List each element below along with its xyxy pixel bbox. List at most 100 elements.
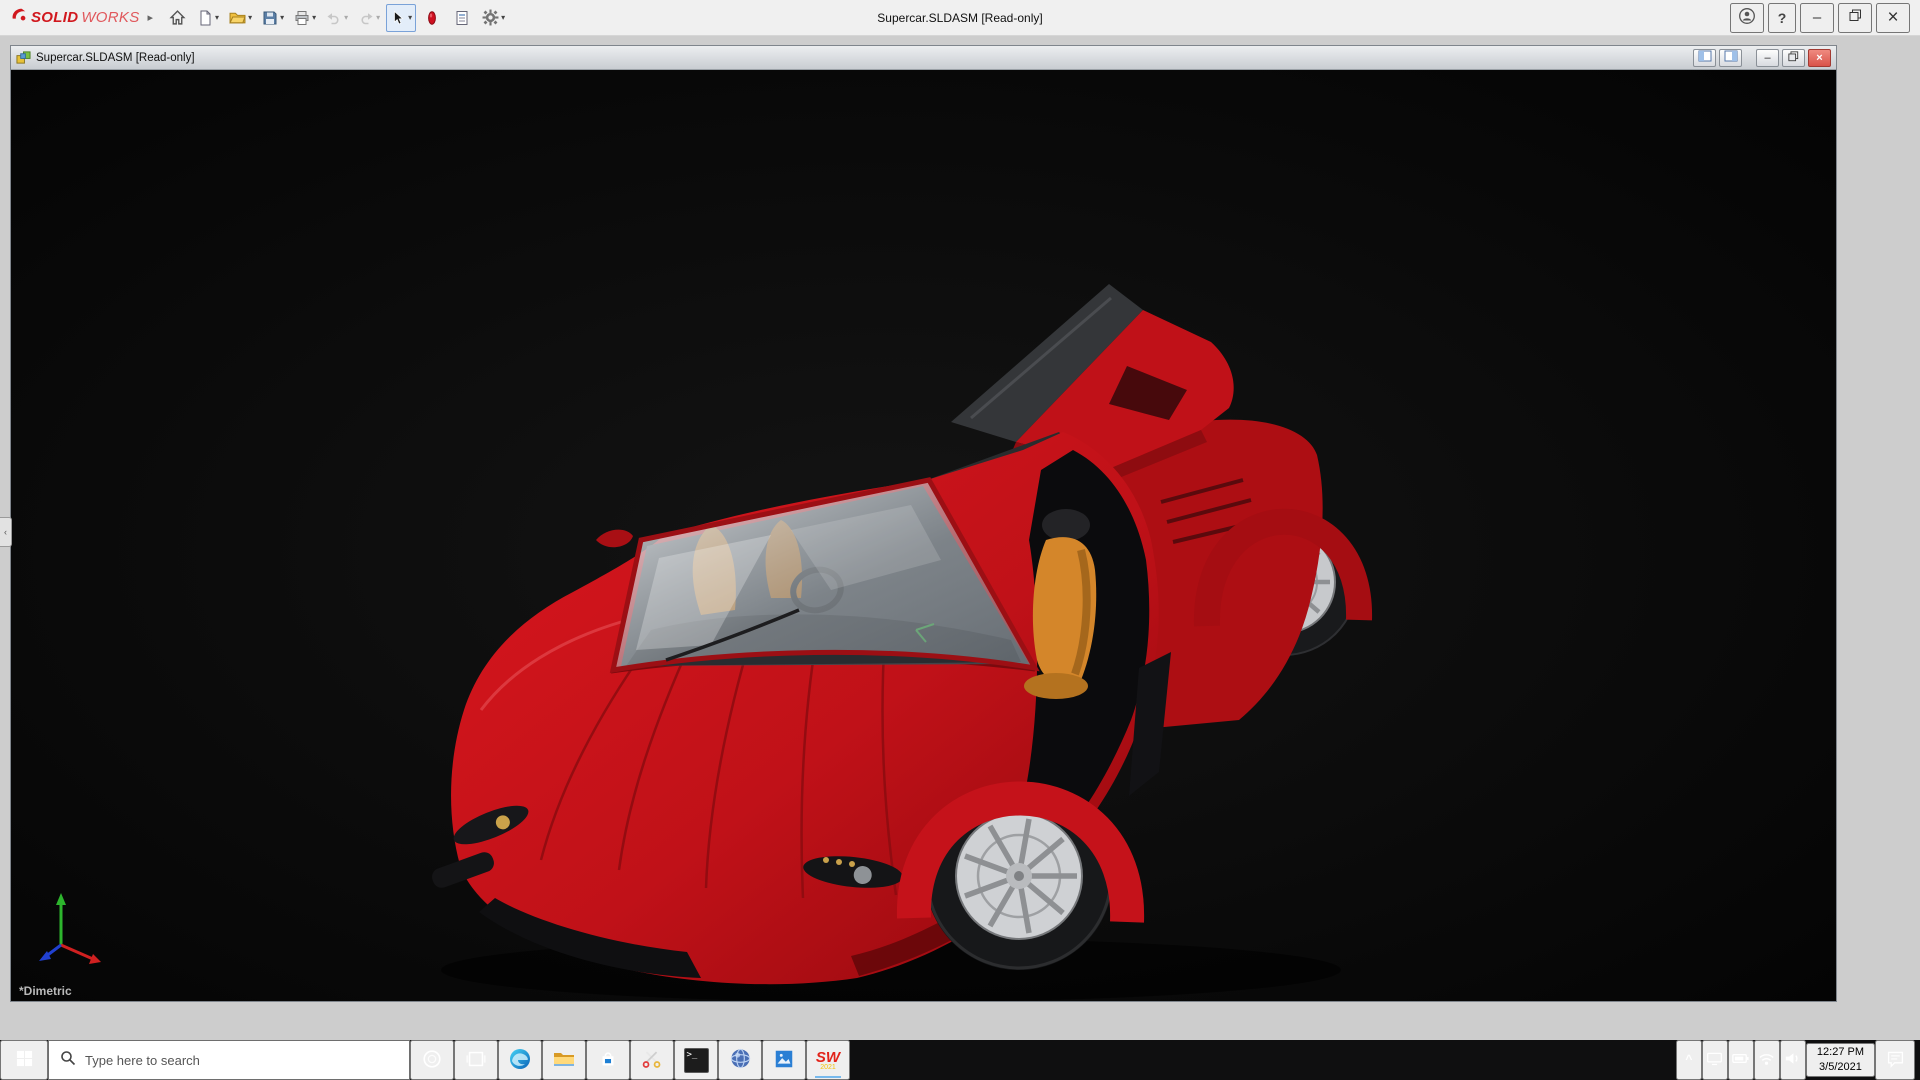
windows-taskbar: >_ SW 2021 ^ bbox=[0, 1040, 1920, 1080]
display-icon bbox=[1706, 1050, 1723, 1070]
restore-button[interactable] bbox=[1838, 2, 1872, 33]
photos-icon bbox=[773, 1048, 795, 1073]
photos-button[interactable] bbox=[762, 1040, 806, 1080]
open-button[interactable]: ▾ bbox=[225, 4, 256, 32]
new-document-icon bbox=[197, 10, 213, 26]
menu-expand-arrow[interactable]: ▸ bbox=[148, 11, 154, 24]
pane-split-left-button[interactable] bbox=[1693, 48, 1716, 67]
document-title-bar[interactable]: Supercar.SLDASM [Read-only] – × bbox=[11, 46, 1836, 70]
quick-access-toolbar: ▾ ▾ ▾ ▾ ▾ ▾ ▾ ▾ bbox=[163, 3, 509, 32]
cortana-button[interactable] bbox=[410, 1040, 454, 1080]
open-folder-icon bbox=[229, 9, 246, 26]
scissors-icon bbox=[641, 1048, 663, 1073]
undo-button[interactable]: ▾ bbox=[322, 4, 352, 32]
solidworks-logo-icon bbox=[10, 6, 28, 29]
save-icon bbox=[262, 10, 278, 26]
solidworks-app-icon: SW 2021 bbox=[815, 1048, 841, 1071]
doc-restore-icon bbox=[1788, 50, 1799, 65]
undo-caret[interactable]: ▾ bbox=[344, 13, 348, 22]
minimize-button[interactable]: – bbox=[1800, 2, 1834, 33]
solidworks-brand: SOLID WORKS bbox=[10, 6, 140, 29]
orientation-triad bbox=[31, 887, 109, 975]
new-document-button[interactable]: ▾ bbox=[193, 4, 223, 32]
save-button[interactable]: ▾ bbox=[258, 4, 288, 32]
volume-tray-button[interactable] bbox=[1779, 1040, 1806, 1080]
display-tray-button[interactable] bbox=[1701, 1040, 1728, 1080]
pane-split-right-icon bbox=[1724, 50, 1738, 65]
document-window-controls: – × bbox=[1693, 48, 1831, 67]
app-window-controls: ? – × bbox=[1730, 2, 1910, 33]
battery-tray-button[interactable] bbox=[1727, 1040, 1754, 1080]
task-view-icon bbox=[465, 1048, 487, 1073]
redo-caret[interactable]: ▾ bbox=[376, 13, 380, 22]
start-button[interactable] bbox=[0, 1040, 48, 1080]
clock-time: 12:27 PM bbox=[1816, 1046, 1864, 1059]
print-caret[interactable]: ▾ bbox=[312, 13, 316, 22]
windows-logo-icon bbox=[16, 1050, 33, 1070]
volume-icon bbox=[1783, 1049, 1802, 1071]
snipping-tool-button[interactable] bbox=[630, 1040, 674, 1080]
rebuild-button[interactable] bbox=[418, 4, 446, 32]
sphere-app-icon bbox=[729, 1047, 752, 1073]
select-caret[interactable]: ▾ bbox=[408, 13, 412, 22]
doc-restore-button[interactable] bbox=[1782, 48, 1805, 67]
help-button[interactable]: ? bbox=[1768, 2, 1796, 33]
taskbar-clock[interactable]: 12:27 PM 3/5/2021 bbox=[1805, 1043, 1875, 1077]
assembly-document-icon bbox=[16, 50, 31, 65]
sphere-app-button[interactable] bbox=[718, 1040, 762, 1080]
hidden-icons-button[interactable]: ^ bbox=[1675, 1040, 1702, 1080]
file-explorer-button[interactable] bbox=[542, 1040, 586, 1080]
select-arrow-icon bbox=[390, 10, 406, 26]
pane-split-right-button[interactable] bbox=[1719, 48, 1742, 67]
save-caret[interactable]: ▾ bbox=[280, 13, 284, 22]
clock-date: 3/5/2021 bbox=[1819, 1061, 1862, 1073]
account-button[interactable] bbox=[1730, 2, 1764, 33]
redo-button[interactable]: ▾ bbox=[354, 4, 384, 32]
print-button[interactable]: ▾ bbox=[290, 4, 320, 32]
restore-icon bbox=[1849, 9, 1862, 26]
rebuild-icon bbox=[425, 10, 439, 26]
account-icon bbox=[1738, 7, 1756, 29]
task-view-button[interactable] bbox=[454, 1040, 498, 1080]
options-gear-icon bbox=[482, 9, 499, 26]
hidden-icons-chevron: ^ bbox=[1685, 1052, 1693, 1066]
network-tray-button[interactable] bbox=[1753, 1040, 1780, 1080]
store-button[interactable] bbox=[586, 1040, 630, 1080]
open-caret[interactable]: ▾ bbox=[248, 13, 252, 22]
print-icon bbox=[294, 10, 310, 26]
redo-icon bbox=[358, 10, 374, 26]
document-title: Supercar.SLDASM [Read-only] bbox=[36, 51, 195, 64]
command-prompt-button[interactable]: >_ bbox=[674, 1040, 718, 1080]
brand-text-solid: SOLID bbox=[31, 9, 79, 26]
search-input[interactable] bbox=[85, 1052, 398, 1068]
file-properties-button[interactable] bbox=[448, 4, 476, 32]
select-button[interactable]: ▾ bbox=[386, 3, 417, 32]
search-icon bbox=[60, 1050, 76, 1071]
app-window-title: Supercar.SLDASM [Read-only] bbox=[877, 10, 1043, 25]
home-button[interactable] bbox=[163, 4, 191, 32]
view-orientation-label: *Dimetric bbox=[19, 984, 72, 998]
screen: SOLID WORKS ▸ ▾ ▾ ▾ ▾ ▾ ▾ ▾ ▾ Supercar.S… bbox=[0, 0, 1920, 1080]
document-window: Supercar.SLDASM [Read-only] – × *Dimetri… bbox=[10, 45, 1837, 1002]
home-icon bbox=[169, 9, 186, 26]
close-button[interactable]: × bbox=[1876, 2, 1910, 33]
doc-minimize-button[interactable]: – bbox=[1756, 48, 1779, 67]
wifi-icon bbox=[1757, 1049, 1776, 1071]
options-button[interactable]: ▾ bbox=[478, 4, 509, 32]
battery-icon bbox=[1731, 1049, 1750, 1071]
undo-icon bbox=[326, 10, 342, 26]
viewport-3d[interactable]: *Dimetric bbox=[11, 70, 1836, 1001]
taskbar-search[interactable] bbox=[48, 1040, 410, 1080]
viewport-render[interactable] bbox=[11, 70, 1836, 1001]
app-title-bar: SOLID WORKS ▸ ▾ ▾ ▾ ▾ ▾ ▾ ▾ ▾ Supercar.S… bbox=[0, 0, 1920, 36]
file-properties-icon bbox=[454, 10, 470, 26]
new-document-caret[interactable]: ▾ bbox=[215, 13, 219, 22]
options-caret[interactable]: ▾ bbox=[501, 13, 505, 22]
cortana-icon bbox=[421, 1048, 443, 1073]
edge-button[interactable] bbox=[498, 1040, 542, 1080]
doc-close-button[interactable]: × bbox=[1808, 48, 1831, 67]
edge-icon bbox=[508, 1047, 532, 1074]
action-center-button[interactable] bbox=[1875, 1040, 1915, 1080]
feature-panel-collapse-tab[interactable]: ‹ bbox=[0, 517, 12, 547]
solidworks-taskbar-button[interactable]: SW 2021 bbox=[806, 1040, 850, 1080]
